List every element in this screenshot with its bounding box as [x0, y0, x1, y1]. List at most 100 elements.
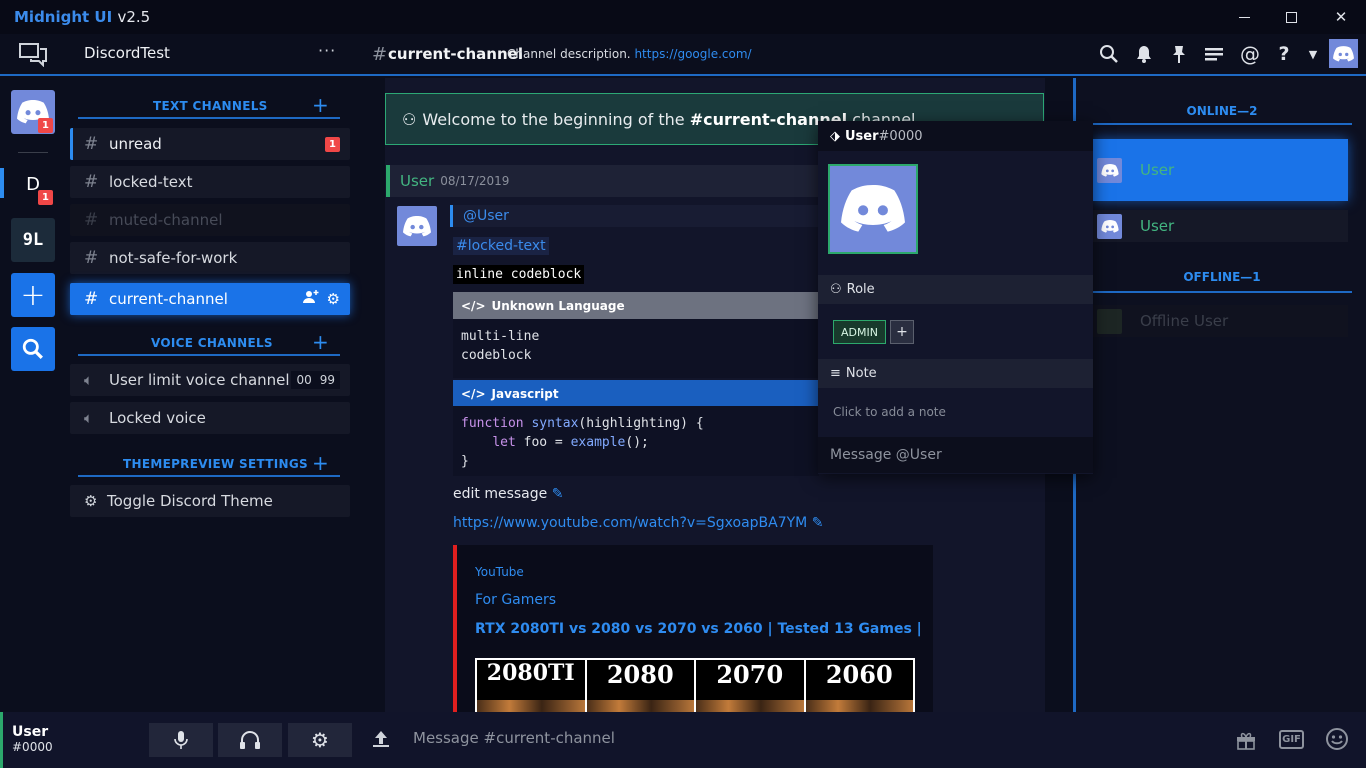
member-name: User: [1140, 161, 1175, 179]
hash-icon: #: [84, 172, 99, 192]
voice-channel-locked[interactable]: 🔈︎ Locked voice: [70, 402, 350, 434]
add-channel-icon[interactable]: +: [312, 93, 329, 117]
category-voice-channels[interactable]: VOICE CHANNELS: [151, 336, 273, 350]
channel-nsfw[interactable]: # not-safe-for-work: [70, 242, 350, 274]
server-divider: [18, 152, 48, 153]
emoji-icon[interactable]: [1325, 727, 1349, 755]
unread-badge: 1: [325, 136, 340, 152]
popout-message-input[interactable]: Message @User: [818, 437, 1093, 473]
server-9l[interactable]: 9L: [11, 218, 55, 262]
note-input[interactable]: Click to add a note: [833, 405, 946, 419]
topic-link[interactable]: https://google.com/: [634, 47, 751, 61]
gear-icon[interactable]: ⚙: [327, 290, 340, 308]
channel-current[interactable]: # current-channel ⚙: [70, 283, 350, 315]
gear-icon: ⚙: [84, 492, 98, 510]
guild-menu-button[interactable]: ···: [318, 41, 336, 60]
speaker-icon: 🔈︎: [84, 371, 94, 389]
embed-thumbnail[interactable]: 2080TI 2080 2070 2060: [475, 658, 915, 712]
category-theme-settings[interactable]: THEMEPREVIEW SETTINGS: [123, 457, 308, 471]
minimize-button[interactable]: [1221, 4, 1267, 30]
search-icon[interactable]: [1097, 42, 1121, 66]
popout-avatar[interactable]: [828, 164, 918, 254]
member-list-icon[interactable]: [1202, 42, 1226, 66]
gif-icon[interactable]: GIF: [1279, 730, 1304, 749]
hash-icon: #: [84, 248, 99, 268]
online-header: ONLINE—2: [1186, 104, 1258, 118]
channel-mention[interactable]: #locked-text: [453, 237, 549, 255]
title-bar: [0, 0, 1366, 34]
channel-unread[interactable]: # unread 1: [70, 128, 350, 160]
add-channel-icon[interactable]: +: [312, 451, 329, 475]
maximize-button[interactable]: [1268, 4, 1314, 30]
speaker-locked-icon: 🔈︎: [84, 409, 94, 427]
member-item-offline[interactable]: Offline User: [1092, 305, 1348, 337]
invite-icon[interactable]: [302, 290, 319, 308]
discover-button[interactable]: [11, 327, 55, 371]
channel-topic: Channel description. https://google.com/: [507, 47, 752, 61]
chevron-down-icon[interactable]: ▼: [1301, 42, 1325, 66]
member-divider: [1092, 291, 1352, 293]
voice-channel-limit[interactable]: 🔈︎ User limit voice channel 00 99: [70, 364, 350, 396]
member-name: Offline User: [1140, 312, 1229, 330]
pin-icon[interactable]: [1167, 42, 1191, 66]
embed-title[interactable]: RTX 2080TI vs 2080 vs 2070 vs 2060 | Tes…: [475, 621, 922, 637]
role-section-header: ⚇ Role: [818, 275, 1093, 304]
gift-icon[interactable]: [1235, 729, 1257, 755]
discord-logo-icon: [1100, 219, 1119, 233]
minimize-icon: [1238, 16, 1250, 18]
account-panel[interactable]: User #0000: [0, 712, 140, 768]
popout-header: ⬗ User #0000: [818, 121, 1093, 151]
mentions-icon[interactable]: @: [1238, 42, 1262, 66]
unread-badge: 1: [38, 190, 53, 205]
add-role-button[interactable]: +: [890, 320, 914, 344]
guild-name[interactable]: DiscordTest: [84, 44, 170, 62]
mute-button[interactable]: [149, 723, 213, 757]
discord-logo-icon: [1100, 163, 1119, 177]
pencil-icon[interactable]: ✎: [812, 515, 824, 531]
code-icon: </>: [461, 386, 486, 401]
category-divider: [78, 117, 340, 119]
channel-muted[interactable]: # muted-channel: [70, 204, 350, 236]
bell-icon[interactable]: [1132, 42, 1156, 66]
account-tag: #0000: [12, 740, 53, 754]
chat-bubbles-icon[interactable]: [18, 41, 48, 71]
member-item[interactable]: User: [1092, 139, 1348, 201]
embed-provider[interactable]: YouTube: [475, 565, 524, 579]
user-icon: ⚇: [830, 282, 842, 297]
maximize-icon: [1285, 11, 1297, 23]
discord-logo-icon: [403, 215, 431, 236]
category-divider: [78, 475, 340, 477]
help-icon[interactable]: ?: [1272, 42, 1296, 66]
members-icon: ⚇: [402, 109, 417, 129]
deafen-button[interactable]: [218, 723, 282, 757]
close-button[interactable]: ✕: [1318, 4, 1364, 30]
role-badge[interactable]: ADMIN: [833, 320, 886, 344]
member-divider: [1092, 123, 1352, 125]
hash-icon: #: [84, 210, 99, 230]
user-avatar[interactable]: [1329, 39, 1358, 68]
add-server-button[interactable]: +: [11, 273, 55, 317]
code-language-header: </> Unknown Language: [453, 292, 819, 319]
member-avatar: [1097, 308, 1122, 334]
upload-icon[interactable]: [371, 729, 393, 751]
thumb-label: 2060: [805, 660, 913, 712]
message-link[interactable]: https://www.youtube.com/watch?v=SgxoapBA…: [453, 515, 823, 531]
thumb-label: 2080: [586, 660, 694, 712]
user-mention[interactable]: @User: [450, 205, 820, 227]
search-icon: [22, 338, 43, 359]
embed-author[interactable]: For Gamers: [475, 592, 556, 608]
message-author[interactable]: User: [400, 172, 434, 190]
pencil-icon[interactable]: ✎: [552, 486, 564, 502]
user-settings-button[interactable]: ⚙: [288, 723, 352, 757]
category-text-channels[interactable]: TEXT CHANNELS: [153, 99, 268, 113]
message-input[interactable]: Message #current-channel: [413, 729, 615, 747]
channel-locked-text[interactable]: # locked-text: [70, 166, 350, 198]
plus-icon: +: [20, 277, 46, 313]
toggle-theme-item[interactable]: ⚙ Toggle Discord Theme: [70, 485, 350, 517]
add-channel-icon[interactable]: +: [312, 330, 329, 354]
message-avatar[interactable]: [397, 206, 437, 246]
category-divider: [78, 354, 340, 356]
member-item[interactable]: User: [1092, 210, 1348, 242]
hash-icon: #: [84, 134, 99, 154]
code-icon: </>: [461, 298, 486, 313]
